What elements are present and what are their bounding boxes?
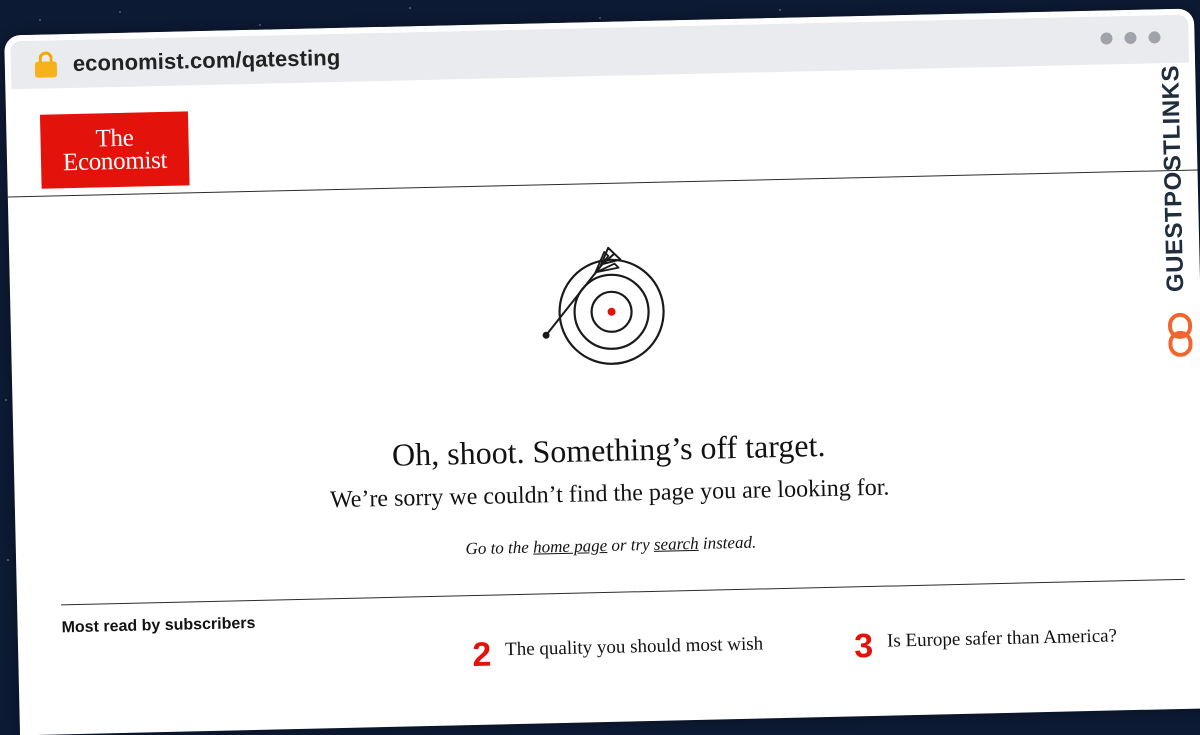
item-title[interactable]: The quality you should most wish [505, 633, 764, 661]
target-icon [534, 232, 677, 375]
dot-icon [1148, 31, 1160, 43]
home-page-link[interactable]: home page [533, 536, 608, 557]
dot-icon [1124, 32, 1136, 44]
list-item[interactable]: 3 Is Europe safer than America? [854, 625, 1118, 661]
most-read-section: Most read by subscribers 2 The quality y… [17, 579, 1200, 690]
page-content: The Economist Oh, shoot. Something’s off… [5, 62, 1200, 690]
list-item[interactable]: 2 The quality you should most wish [472, 633, 764, 670]
guestpostlinks-watermark: GUESTPOSTLINKS [1153, 65, 1200, 366]
item-number: 3 [854, 631, 874, 661]
dot-icon [1100, 32, 1112, 44]
watermark-text: GUESTPOSTLINKS [1157, 65, 1190, 293]
url-text[interactable]: economist.com/qatesting [73, 45, 341, 77]
item-number: 2 [472, 640, 492, 670]
error-section: Oh, shoot. Something’s off target. We’re… [8, 170, 1200, 569]
search-link[interactable]: search [654, 534, 699, 554]
hint-suffix: instead. [698, 533, 756, 553]
lock-icon [35, 51, 58, 77]
hint-prefix: Go to the [465, 538, 533, 559]
window-menu[interactable] [1100, 31, 1160, 44]
link-icon [1167, 313, 1194, 358]
hint-middle: or try [607, 535, 654, 555]
logo-line-2: Economist [41, 148, 189, 174]
item-title[interactable]: Is Europe safer than America? [887, 625, 1117, 652]
browser-window: economist.com/qatesting The Economist [4, 9, 1200, 735]
error-hint: Go to the home page or try search instea… [16, 522, 1200, 569]
economist-logo[interactable]: The Economist [40, 111, 190, 188]
